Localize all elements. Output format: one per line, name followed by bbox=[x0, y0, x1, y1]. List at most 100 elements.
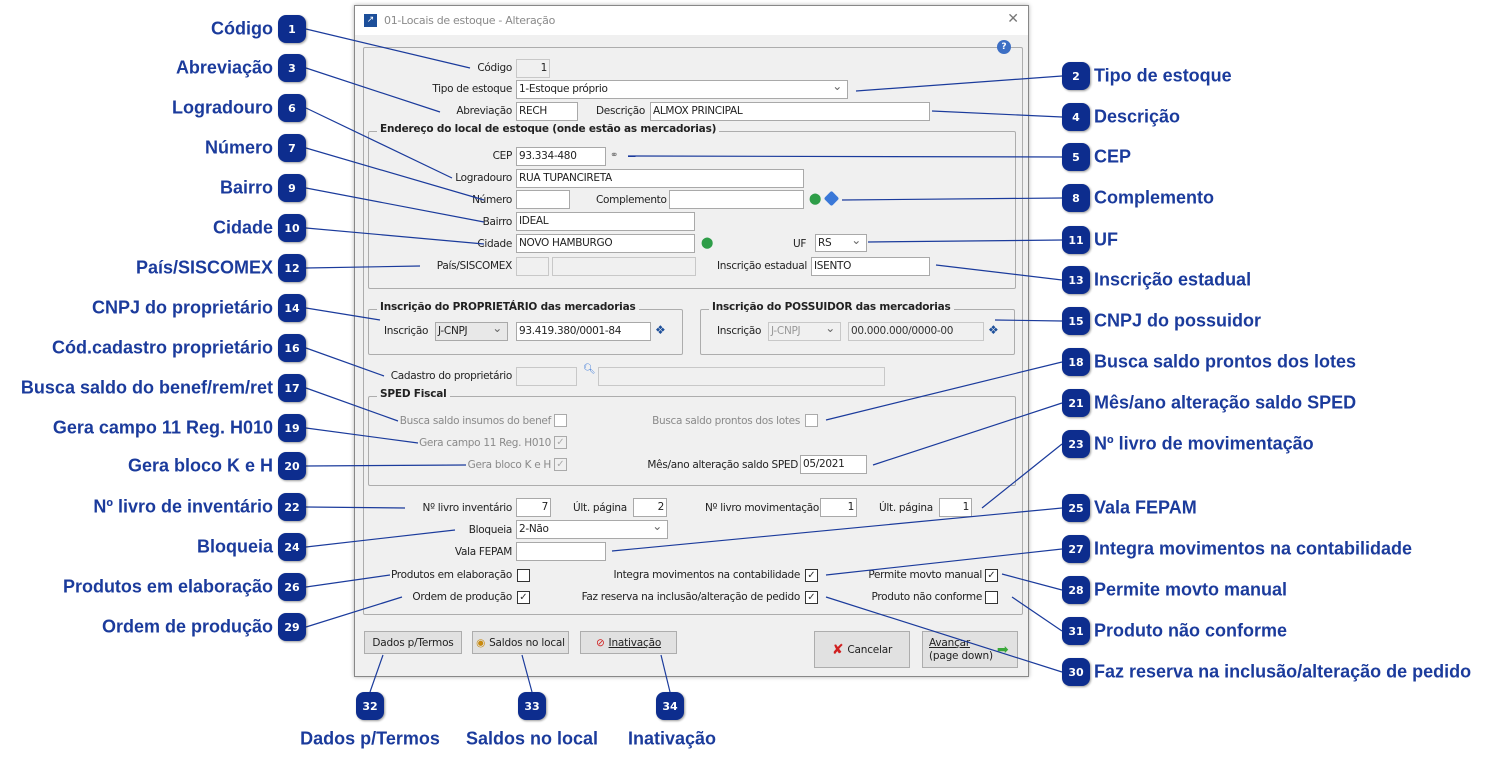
descricao-input[interactable]: ALMOX PRINCIPAL bbox=[650, 102, 930, 121]
numero-input[interactable] bbox=[516, 190, 570, 209]
busca-lotes-checkbox[interactable] bbox=[805, 414, 818, 427]
poss-inscricao-label: Inscrição bbox=[717, 325, 762, 337]
integra-checkbox[interactable]: ✓ bbox=[805, 569, 818, 582]
callout-badge-34: 34 bbox=[656, 692, 684, 720]
integra-label: Integra movimentos na contabilidade bbox=[613, 569, 800, 581]
callout-label-14: CNPJ do proprietário bbox=[91, 297, 273, 318]
callout-label-18: Busca saldo prontos dos lotes bbox=[1094, 351, 1357, 372]
callout-badge-12: 12 bbox=[278, 254, 306, 282]
callout-label-33: Saldos no local bbox=[465, 728, 599, 749]
avancar-button[interactable]: Avançar (page down) ➡ bbox=[922, 631, 1018, 668]
logradouro-input[interactable]: RUA TUPANCIRETA bbox=[516, 169, 804, 188]
codigo-field: 1 bbox=[516, 59, 550, 78]
busca-benef-checkbox[interactable] bbox=[554, 414, 567, 427]
callout-label-23: Nº livro de movimentação bbox=[1094, 433, 1314, 454]
avancar-sub-label: (page down) bbox=[929, 649, 993, 662]
callout-label-19: Gera campo 11 Reg. H010 bbox=[52, 417, 273, 438]
gerak-checkbox[interactable]: ✓ bbox=[554, 458, 567, 471]
callout-label-22: Nº livro de inventário bbox=[93, 496, 273, 517]
callout-label-26: Produtos em elaboração bbox=[62, 576, 273, 597]
callout-label-5: CEP bbox=[1094, 146, 1132, 167]
cancelar-button[interactable]: ✘ Cancelar bbox=[814, 631, 910, 668]
callout-label-29: Ordem de produção bbox=[101, 616, 273, 637]
prop-cnpj-input[interactable]: 93.419.380/0001-84 bbox=[516, 322, 651, 341]
vala-input[interactable] bbox=[516, 542, 606, 561]
reserva-checkbox[interactable]: ✓ bbox=[805, 591, 818, 604]
cadastro-label: Cadastro do proprietário bbox=[390, 370, 513, 382]
prop-inscricao-label: Inscrição bbox=[384, 325, 429, 337]
callout-badge-4: 4 bbox=[1062, 103, 1090, 131]
mesano-input[interactable]: 05/2021 bbox=[800, 455, 867, 474]
dados-termos-button[interactable]: Dados p/Termos bbox=[364, 631, 462, 654]
cidade-map-pin-icon[interactable]: ⬤ bbox=[701, 236, 713, 249]
prop-tipo-select[interactable]: J-CNPJ bbox=[435, 322, 508, 341]
descricao-label: Descrição bbox=[596, 105, 645, 117]
cidade-input[interactable]: NOVO HAMBURGO bbox=[516, 234, 695, 253]
gera11-label: Gera campo 11 Reg. H010 bbox=[419, 437, 551, 449]
callout-badge-21: 21 bbox=[1062, 389, 1090, 417]
callout-badge-5: 5 bbox=[1062, 143, 1090, 171]
cancel-x-icon: ✘ bbox=[831, 641, 844, 658]
inativacao-button[interactable]: ⊘ Inativação bbox=[580, 631, 677, 654]
callout-label-10: Cidade bbox=[212, 217, 273, 238]
cep-input[interactable]: 93.334-480 bbox=[516, 147, 606, 166]
callout-badge-32: 32 bbox=[356, 692, 384, 720]
callout-label-25: Vala FEPAM bbox=[1094, 497, 1197, 518]
inativacao-icon: ⊘ bbox=[595, 636, 605, 649]
numero-label: Número bbox=[472, 194, 512, 206]
mesano-label: Mês/ano alteração saldo SPED bbox=[647, 459, 798, 471]
nao-conforme-label: Produto não conforme bbox=[871, 591, 983, 603]
callout-badge-13: 13 bbox=[1062, 266, 1090, 294]
callout-label-16: Cód.cadastro proprietário bbox=[51, 337, 273, 358]
livro-inv-label: Nº livro inventário bbox=[422, 502, 513, 514]
callout-label-8: Complemento bbox=[1094, 187, 1215, 208]
callout-label-32: Dados p/Termos bbox=[300, 728, 440, 749]
callout-label-7: Número bbox=[204, 137, 273, 158]
close-icon[interactable]: ✕ bbox=[1007, 11, 1019, 27]
reserva-label: Faz reserva na inclusão/alteração de ped… bbox=[581, 591, 801, 603]
bloqueia-label: Bloqueia bbox=[468, 524, 513, 536]
callout-label-34: Inativação bbox=[627, 728, 717, 749]
search-icon[interactable]: 🔍︎ bbox=[583, 364, 596, 375]
livro-inv-input[interactable]: 7 bbox=[516, 498, 551, 517]
abreviacao-input[interactable]: RECH bbox=[516, 102, 578, 121]
callout-label-12: País/SISCOMEX bbox=[135, 257, 273, 278]
callout-badge-23: 23 bbox=[1062, 430, 1090, 458]
complemento-input[interactable] bbox=[669, 190, 804, 209]
callout-badge-25: 25 bbox=[1062, 494, 1090, 522]
cep-search-icon[interactable]: ⚭ bbox=[610, 150, 618, 161]
callout-badge-24: 24 bbox=[278, 533, 306, 561]
pais-name-field bbox=[552, 257, 696, 276]
callout-badge-8: 8 bbox=[1062, 184, 1090, 212]
app-icon: ↗ bbox=[364, 14, 377, 27]
ie-input[interactable]: ISENTO bbox=[811, 257, 930, 276]
callout-badge-15: 15 bbox=[1062, 307, 1090, 335]
pais-label: País/SISCOMEX bbox=[436, 260, 513, 272]
help-icon[interactable]: ? bbox=[997, 40, 1011, 54]
receita-icon[interactable]: ❖ bbox=[988, 323, 999, 337]
callout-badge-6: 6 bbox=[278, 94, 306, 122]
ult-pag-inv-label: Últ. página bbox=[573, 502, 627, 514]
bloqueia-select[interactable]: 2-Não bbox=[516, 520, 668, 539]
ordem-checkbox[interactable]: ✓ bbox=[517, 591, 530, 604]
prod-elab-checkbox[interactable] bbox=[517, 569, 530, 582]
cep-label: CEP bbox=[492, 150, 513, 162]
bairro-input[interactable]: IDEAL bbox=[516, 212, 695, 231]
permite-checkbox[interactable]: ✓ bbox=[985, 569, 998, 582]
uf-select[interactable]: RS bbox=[815, 234, 867, 252]
nao-conforme-checkbox[interactable] bbox=[985, 591, 998, 604]
ult-pag-mov-label: Últ. página bbox=[879, 502, 933, 514]
map-pin-icon[interactable]: ⬤ bbox=[809, 192, 821, 205]
tipo-estoque-label: Tipo de estoque bbox=[432, 83, 512, 95]
livro-mov-input[interactable]: 1 bbox=[820, 498, 857, 517]
saldos-local-button[interactable]: ◉ Saldos no local bbox=[472, 631, 569, 654]
receita-icon[interactable]: ❖ bbox=[655, 323, 666, 337]
gera11-checkbox[interactable]: ✓ bbox=[554, 436, 567, 449]
callout-label-28: Permite movto manual bbox=[1094, 579, 1288, 600]
saldos-icon: ◉ bbox=[476, 636, 486, 649]
cadastro-code-field[interactable] bbox=[516, 367, 577, 386]
ult-pag-mov-input[interactable]: 1 bbox=[939, 498, 972, 517]
tipo-estoque-select[interactable]: 1-Estoque próprio bbox=[516, 80, 848, 99]
ult-pag-inv-input[interactable]: 2 bbox=[633, 498, 667, 517]
ie-label: Inscrição estadual bbox=[717, 260, 807, 272]
